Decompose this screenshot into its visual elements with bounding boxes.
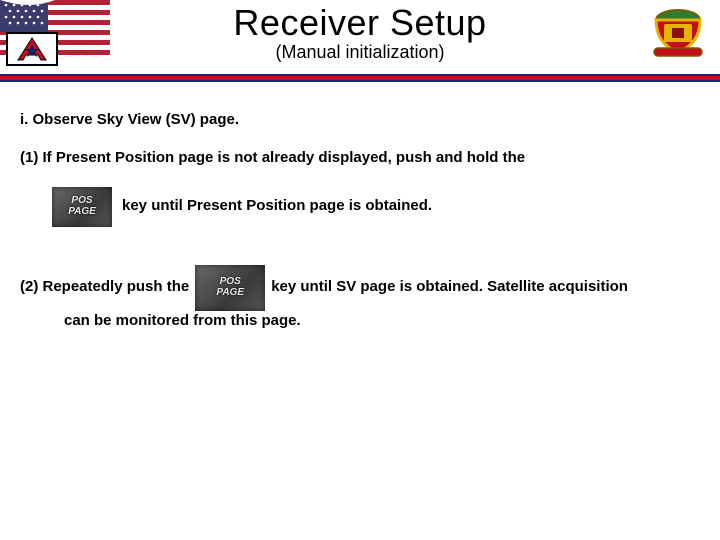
slide-title: Receiver Setup	[0, 0, 720, 44]
slide-header: Receiver Setup (Manual initialization)	[0, 0, 720, 70]
step-2-line1: (2) Repeatedly push the POS PAGE key unt…	[20, 265, 700, 311]
slide: Receiver Setup (Manual initialization) i…	[0, 0, 720, 540]
step-1-line2: POS PAGE key until Present Position page…	[46, 187, 700, 227]
step-2-after-text: key until SV page is obtained. Satellite…	[271, 277, 628, 297]
pos-page-key-icon-2: POS PAGE	[195, 265, 265, 311]
section-i-heading: i. Observe Sky View (SV) page.	[20, 110, 700, 130]
slide-body: i. Observe Sky View (SV) page. (1) If Pr…	[20, 110, 700, 331]
step-1-after-text: key until Present Position page is obtai…	[122, 196, 432, 216]
step-2-cont: can be monitored from this page.	[64, 311, 700, 331]
pos-page-key-label-2: POS PAGE	[216, 277, 244, 298]
slide-subtitle: (Manual initialization)	[0, 42, 720, 63]
step-2-before-text: (2) Repeatedly push the	[20, 277, 189, 297]
pos-page-key-label: POS PAGE	[68, 196, 96, 217]
header-divider	[0, 74, 720, 82]
pos-page-key-icon: POS PAGE	[52, 187, 112, 227]
step-1-line1: (1) If Present Position page is not alre…	[20, 148, 700, 168]
